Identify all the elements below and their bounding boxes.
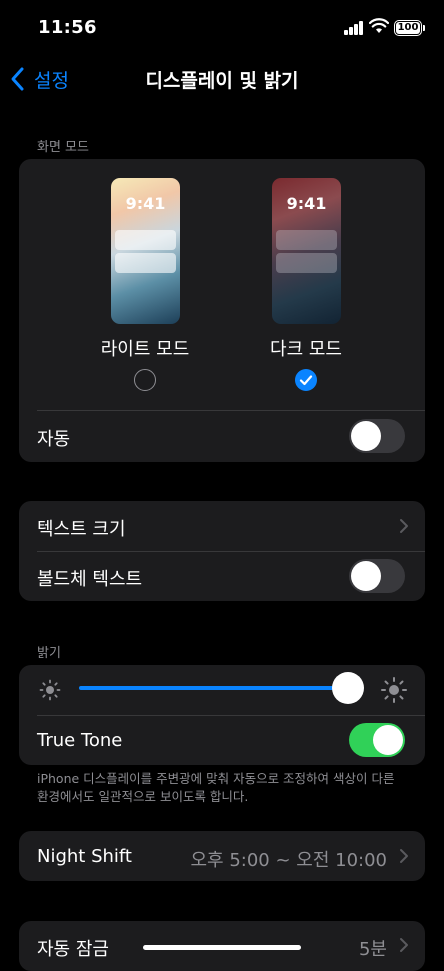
dark-preview-notification [276, 230, 337, 250]
divider [37, 551, 425, 552]
night-shift-value: 오후 5:00 ~ 오전 10:00 [190, 850, 387, 871]
home-indicator[interactable] [143, 945, 301, 950]
brightness-slider-track[interactable] [79, 686, 349, 690]
auto-lock-value: 5분 [358, 939, 387, 960]
true-tone-label: True Tone [37, 730, 123, 751]
light-mode-radio[interactable] [134, 369, 156, 391]
sun-large-icon [381, 677, 407, 703]
light-mode-preview[interactable]: 9:41 [111, 178, 180, 324]
appearance-header: 화면 모드 [37, 140, 89, 155]
battery-level: 100 [396, 22, 420, 34]
status-time: 11:56 [38, 17, 97, 38]
light-mode-label: 라이트 모드 [100, 339, 190, 360]
appearance-group: 9:41 9:41 라이트 모드 다크 모드 자동 [19, 159, 425, 462]
chevron-right-icon [400, 938, 408, 952]
light-preview-notification [115, 253, 176, 273]
text-group: 텍스트 크기 볼드체 텍스트 [19, 501, 425, 601]
checkmark-icon [299, 375, 313, 386]
night-shift-row[interactable]: Night Shift 오후 5:00 ~ 오전 10:00 [19, 831, 425, 881]
dark-preview-notification [276, 253, 337, 273]
back-chevron-icon[interactable] [8, 66, 28, 92]
divider [37, 410, 425, 411]
dark-preview-clock: 9:41 [286, 194, 327, 213]
dark-mode-radio[interactable] [295, 369, 317, 391]
true-tone-footnote: iPhone 디스플레이를 주변광에 맞춰 자동으로 조정하여 색상이 다른 환… [37, 771, 395, 804]
night-shift-label: Night Shift [37, 846, 132, 867]
text-size-label: 텍스트 크기 [37, 519, 126, 540]
text-size-row[interactable]: 텍스트 크기 [19, 501, 425, 551]
sun-small-icon [39, 679, 61, 701]
bold-text-label: 볼드체 텍스트 [37, 569, 143, 590]
brightness-header: 밝기 [37, 646, 61, 661]
brightness-group: True Tone [19, 665, 425, 765]
back-button[interactable]: 설정 [34, 66, 69, 93]
dark-mode-preview[interactable]: 9:41 [272, 178, 341, 324]
automatic-label: 자동 [37, 429, 71, 450]
chevron-right-icon [400, 849, 408, 863]
auto-lock-label: 자동 잠금 [37, 939, 109, 960]
battery-cap [423, 25, 425, 31]
battery-icon: 100 [394, 20, 422, 36]
brightness-slider-thumb[interactable] [332, 672, 364, 704]
automatic-toggle[interactable] [349, 419, 405, 453]
light-preview-clock: 9:41 [125, 194, 166, 213]
cellular-signal-icon [344, 21, 364, 35]
dark-mode-label: 다크 모드 [270, 339, 342, 360]
true-tone-toggle[interactable] [349, 723, 405, 757]
wifi-icon [369, 18, 389, 33]
light-preview-notification [115, 230, 176, 250]
divider [37, 715, 425, 716]
chevron-right-icon [400, 519, 408, 533]
bold-text-toggle[interactable] [349, 559, 405, 593]
